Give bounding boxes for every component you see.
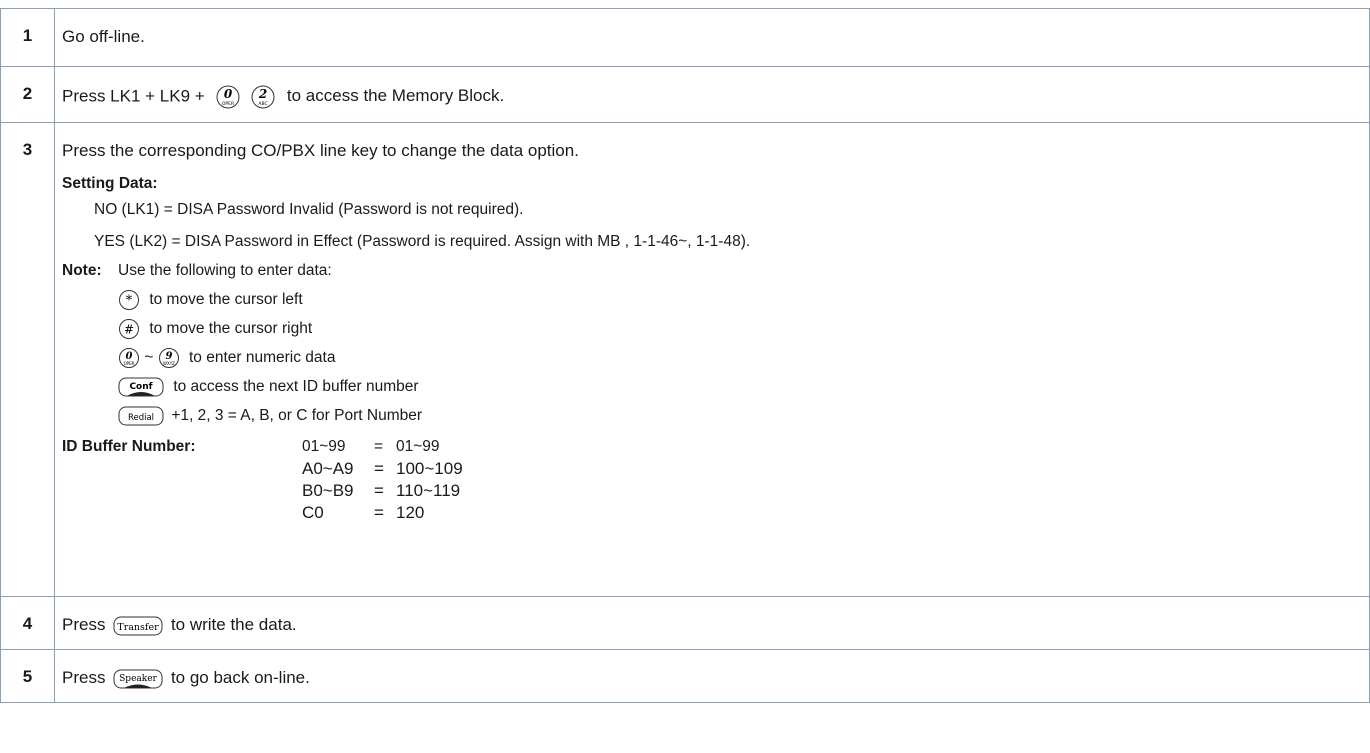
svg-text:Redial: Redial [128,413,154,423]
step-text-pre: Press [62,668,106,687]
id-buffer-row: C0 = 120 [302,503,425,522]
id-buffer-table: ID Buffer Number: 01~99 = 01~99 A0~A9 = 100~… [62,436,1369,524]
id-buffer-row: A0~A9 = 100~109 [302,459,463,478]
transfer-key-icon: Transfer [113,615,163,637]
step-text-post: to go back on-line. [170,668,310,687]
svg-text:Speaker: Speaker [119,674,157,684]
speaker-key-icon: Speaker [113,668,163,690]
step-number: 4 [0,596,55,650]
pound-key-icon: # [118,318,140,340]
note-intro: Use the following to enter data: [118,262,332,279]
note-item-star: * to move the cursor left [62,289,1369,310]
svg-text:#: # [124,323,134,337]
id-buffer-row: B0~B9 = 110~119 [302,481,461,500]
id-buffer-row: 01~99 = 01~99 [302,438,440,455]
note-label: Note: [62,262,102,279]
svg-text:Transfer: Transfer [118,622,160,633]
step-number: 3 [0,122,55,597]
step-row-4: 4 Press Transfer to write the data. [0,596,1370,650]
abc-two-key-icon: 2 ABC [250,84,276,110]
step-row-2: 2 Press LK1 + LK9 + 0 OPER 2 ABC to acce… [0,66,1370,123]
note-item-digits: 0 OPER ~ 9 WXYZ to enter numeric data [62,347,1369,368]
note-item-redial: Redial +1, 2, 3 = A, B, or C for Port Nu… [62,405,1369,426]
step-text-pre: Press [62,615,106,634]
setting-line-no: NO (LK1) = DISA Password Invalid (Passwo… [94,201,524,218]
svg-text:*: * [126,294,133,309]
steps-table: 1 Go off-line. 2 Press LK1 + LK9 + 0 OPE… [0,8,1370,703]
setting-line-yes: YES (LK2) = DISA Password in Effect (Pas… [94,233,751,250]
oper-zero-key-icon: 0 OPER [215,84,241,110]
wxyz-nine-key-icon: 9 WXYZ [158,347,180,369]
step-number: 5 [0,649,55,703]
svg-text:OPER: OPER [124,361,135,366]
step-number: 2 [0,66,55,123]
setting-data-heading: Setting Data: [62,175,158,192]
note-item-conf: Conf to access the next ID buffer number [62,376,1369,397]
step-text-post: to write the data. [170,615,297,634]
star-key-icon: * [118,289,140,311]
step-text-post: to access the Memory Block. [286,86,505,106]
note-row: Note: Use the following to enter data: [62,260,1369,281]
redial-key-icon: Redial [118,405,164,427]
svg-text:OPER: OPER [222,101,234,107]
svg-text:ABC: ABC [259,101,268,107]
svg-text:0: 0 [224,87,233,101]
step-text: Press the corresponding CO/PBX line key … [62,141,579,160]
id-buffer-label: ID Buffer Number: [62,438,196,455]
step-row-5: 5 Press Speaker to go back on-line. [0,649,1370,703]
range-tilde: ~ [144,349,154,367]
conf-key-icon: Conf [118,376,164,398]
step-number: 1 [0,8,55,67]
step-row-3: 3 Press the corresponding CO/PBX line ke… [0,122,1370,597]
oper-zero-key-icon: 0 OPER [118,347,140,369]
step-text: Go off-line. [62,27,145,46]
svg-text:WXYZ: WXYZ [163,361,175,366]
step-text-pre: Press LK1 + LK9 + [62,86,205,106]
svg-text:Conf: Conf [129,382,152,392]
svg-text:2: 2 [258,87,267,101]
step-row-1: 1 Go off-line. [0,8,1370,67]
note-item-pound: # to move the cursor right [62,318,1369,339]
